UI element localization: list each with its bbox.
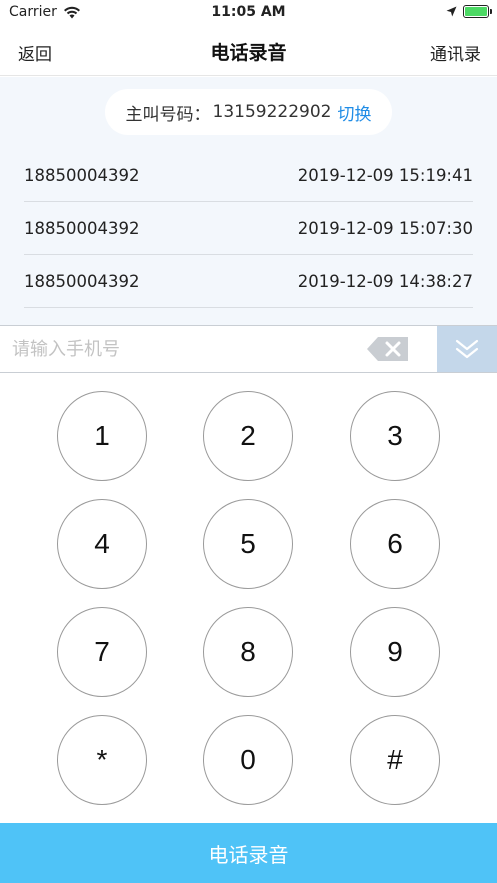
location-arrow-icon [446,6,457,17]
record-row[interactable]: 18850004392 2019-12-09 15:19:41 [24,149,473,202]
phone-input-bar [0,325,497,373]
record-phone: 18850004392 [24,218,140,238]
record-time: 2019-12-09 15:07:30 [297,218,473,238]
backspace-icon[interactable] [366,336,410,362]
record-row[interactable]: 18850004392 2019-12-09 14:38:27 [24,255,473,308]
key-4[interactable]: 4 [57,499,147,589]
double-chevron-down-icon [455,339,479,359]
status-right [446,5,492,18]
key-hash[interactable]: # [350,715,440,805]
battery-icon [463,5,492,18]
key-5[interactable]: 5 [203,499,293,589]
key-1[interactable]: 1 [57,391,147,481]
key-0[interactable]: 0 [203,715,293,805]
key-star[interactable]: * [57,715,147,805]
contacts-button[interactable]: 通讯录 [430,40,481,65]
record-list: 18850004392 2019-12-09 15:19:41 18850004… [24,149,473,308]
record-phone: 18850004392 [24,165,140,185]
status-time: 11:05 AM [211,4,286,20]
record-row[interactable]: 18850004392 2019-12-09 15:07:30 [24,202,473,255]
key-2[interactable]: 2 [203,391,293,481]
collapse-keypad-button[interactable] [437,326,497,372]
key-8[interactable]: 8 [203,607,293,697]
key-3[interactable]: 3 [350,391,440,481]
key-9[interactable]: 9 [350,607,440,697]
caller-label: 主叫号码： [125,104,211,125]
nav-bar: 返回 电话录音 通讯录 [0,26,497,76]
record-phone: 18850004392 [24,271,140,291]
phone-number-input[interactable] [0,326,365,372]
caller-number-pill: 主叫号码： 13159222902 切换 [105,89,392,135]
status-bar: Carrier 11:05 AM [0,0,497,26]
dial-keypad: 1 2 3 4 5 6 7 8 9 * 0 # [0,373,497,823]
records-area: 主叫号码： 13159222902 切换 18850004392 2019-12… [0,77,497,325]
caller-number: 13159222902 [212,102,332,122]
switch-caller-button[interactable]: 切换 [337,100,371,125]
record-time: 2019-12-09 14:38:27 [297,271,473,291]
phone-record-button[interactable]: 电话录音 [0,823,497,883]
record-time: 2019-12-09 15:19:41 [297,165,473,185]
page-title: 电话录音 [210,42,287,64]
key-6[interactable]: 6 [350,499,440,589]
key-7[interactable]: 7 [57,607,147,697]
